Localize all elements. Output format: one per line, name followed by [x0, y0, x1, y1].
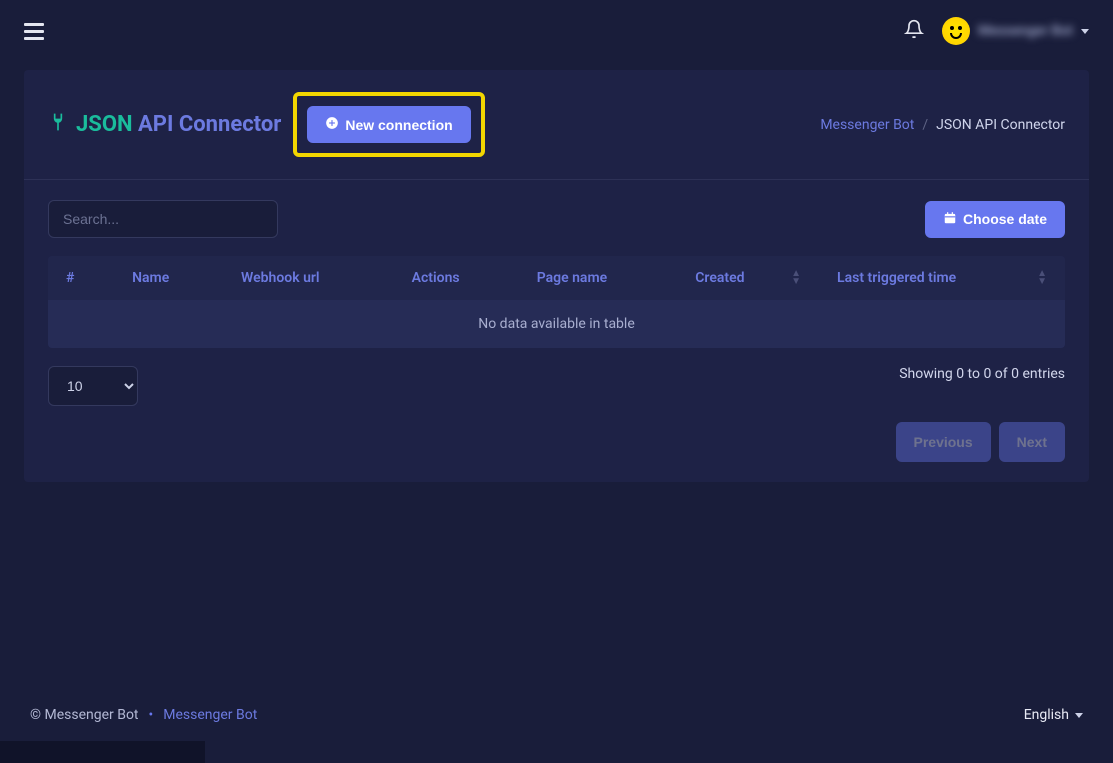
pager: Previous Next [896, 422, 1066, 462]
plus-circle-icon [325, 116, 339, 133]
sort-icon: ▲▼ [1037, 270, 1047, 286]
avatar [942, 17, 970, 45]
highlight-box: New connection [293, 92, 484, 157]
below-row: 10 Showing 0 to 0 of 0 entries Previous … [48, 366, 1065, 462]
new-connection-label: New connection [345, 117, 452, 133]
footer: © Messenger Bot • Messenger Bot English [0, 689, 1113, 741]
chevron-down-icon [1075, 713, 1083, 718]
page-title: JSON API Connector [48, 112, 281, 138]
col-last-triggered[interactable]: Last triggered time▲▼ [819, 256, 1065, 300]
topbar-right: Messenger Bot [904, 17, 1089, 45]
previous-button[interactable]: Previous [896, 422, 991, 462]
col-webhook[interactable]: Webhook url [223, 256, 394, 300]
language-label: English [1024, 707, 1069, 723]
table: # Name Webhook url Actions Page name Cre… [48, 256, 1065, 348]
col-index[interactable]: # [48, 256, 114, 300]
card-header: JSON API Connector New connection Messen… [24, 70, 1089, 180]
title-area: JSON API Connector New connection [48, 92, 485, 157]
empty-message: No data available in table [48, 300, 1065, 348]
copyright: © Messenger Bot [30, 707, 139, 723]
user-name: Messenger Bot [978, 23, 1073, 39]
sort-icon: ▲▼ [791, 270, 801, 286]
breadcrumb-separator: / [922, 117, 928, 133]
footer-link[interactable]: Messenger Bot [163, 707, 257, 723]
dot-separator: • [149, 707, 154, 723]
language-selector[interactable]: English [1024, 707, 1083, 723]
col-page-name[interactable]: Page name [519, 256, 678, 300]
table-header-row: # Name Webhook url Actions Page name Cre… [48, 256, 1065, 300]
pagination-right: Showing 0 to 0 of 0 entries Previous Nex… [896, 366, 1066, 462]
main-card: JSON API Connector New connection Messen… [24, 70, 1089, 482]
user-menu[interactable]: Messenger Bot [942, 17, 1089, 45]
breadcrumb-current: JSON API Connector [936, 117, 1065, 133]
notifications-icon[interactable] [904, 19, 924, 43]
col-created[interactable]: Created▲▼ [677, 256, 819, 300]
col-actions[interactable]: Actions [394, 256, 519, 300]
new-connection-button[interactable]: New connection [307, 106, 470, 143]
breadcrumb: Messenger Bot / JSON API Connector [820, 117, 1065, 133]
calendar-icon [943, 211, 957, 228]
search-input[interactable] [48, 200, 278, 238]
toolbar-row: Choose date [48, 200, 1065, 238]
page-length-select[interactable]: 10 [48, 366, 138, 406]
table-empty-row: No data available in table [48, 300, 1065, 348]
chevron-down-icon [1081, 29, 1089, 34]
spacer [0, 506, 1113, 689]
choose-date-button[interactable]: Choose date [925, 201, 1065, 238]
footer-left: © Messenger Bot • Messenger Bot [30, 707, 257, 723]
next-button[interactable]: Next [999, 422, 1065, 462]
choose-date-label: Choose date [963, 211, 1047, 227]
bottom-shade [0, 741, 205, 763]
plug-icon [48, 112, 68, 138]
pagination-info: Showing 0 to 0 of 0 entries [899, 366, 1065, 382]
menu-toggle-button[interactable] [24, 23, 44, 40]
breadcrumb-link[interactable]: Messenger Bot [820, 117, 914, 133]
topbar: Messenger Bot [0, 0, 1113, 62]
card-body: Choose date # Name Webhook url Actions P… [24, 180, 1089, 482]
col-name[interactable]: Name [114, 256, 223, 300]
